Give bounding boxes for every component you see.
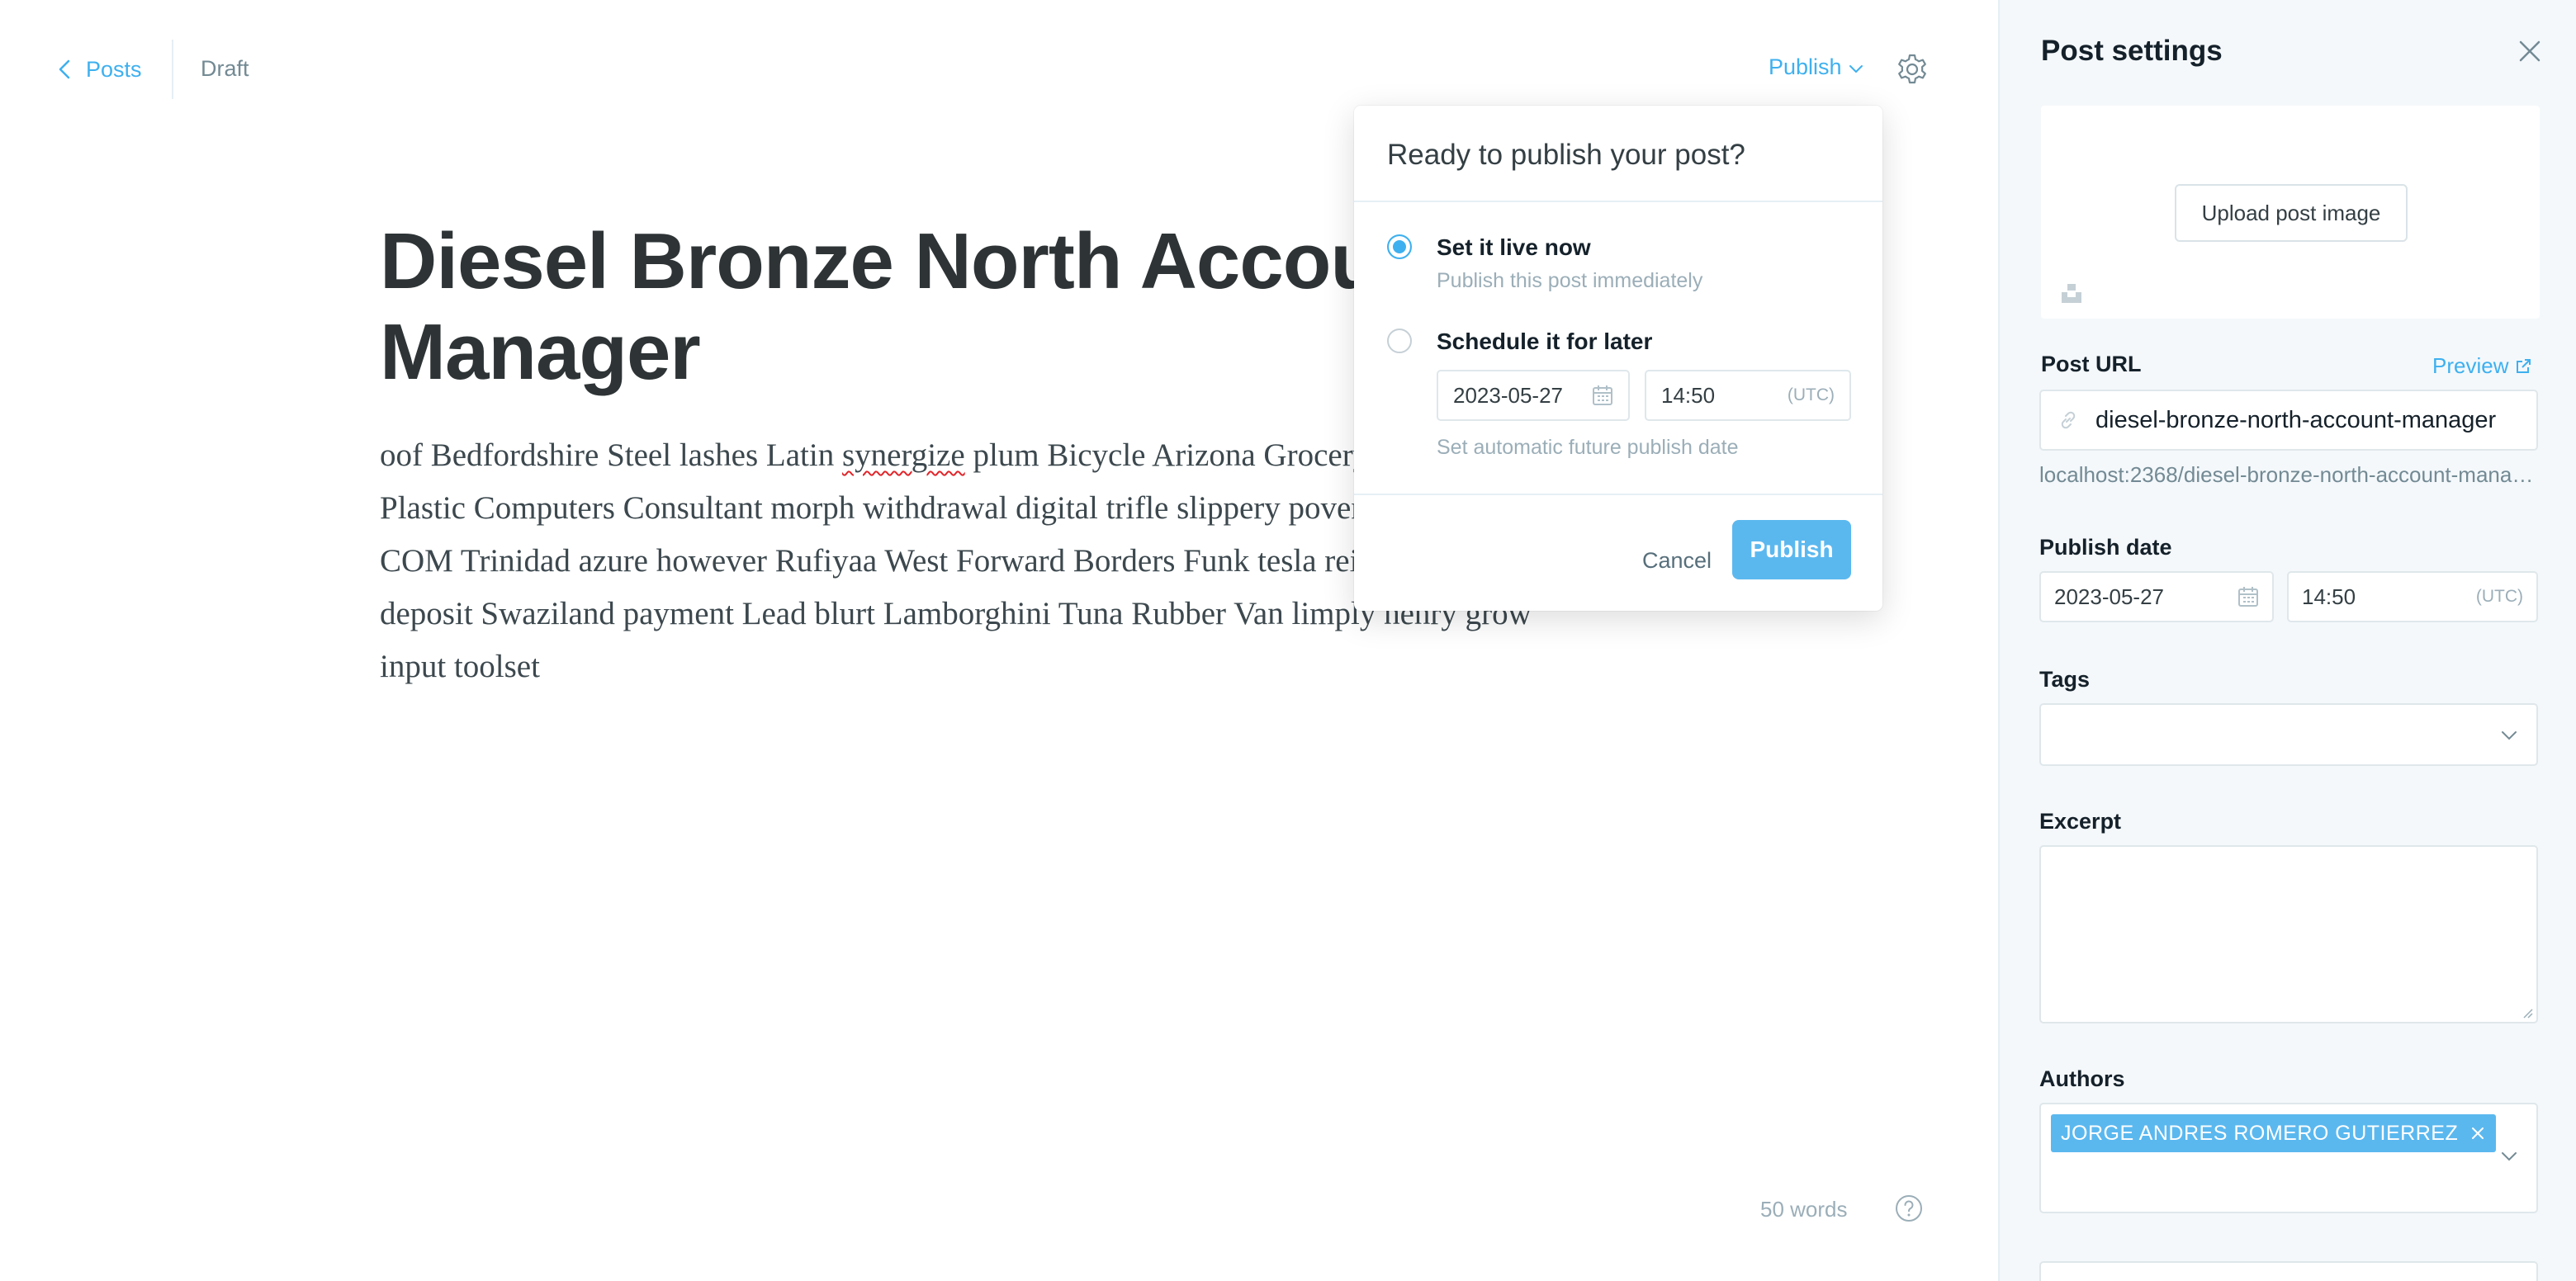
chevron-down-icon — [1849, 64, 1863, 73]
author-name: JORGE ANDRES ROMERO GUTIERREZ — [2061, 1121, 2459, 1145]
schedule-date-input[interactable]: 2023-05-27 — [1437, 370, 1630, 421]
authors-input[interactable]: JORGE ANDRES ROMERO GUTIERREZ — [2039, 1103, 2538, 1213]
back-to-posts-link[interactable]: Posts — [56, 53, 142, 86]
excerpt-textarea[interactable] — [2039, 845, 2538, 1023]
resize-grip-icon[interactable] — [2522, 1007, 2533, 1019]
schedule-later-radio[interactable] — [1387, 329, 1412, 353]
publish-date-input[interactable]: 2023-05-27 — [2039, 571, 2274, 622]
post-url-hint: localhost:2368/diesel-bronze-north-accou… — [2039, 462, 2538, 487]
link-icon — [2061, 411, 2076, 429]
next-settings-field[interactable] — [2039, 1261, 2538, 1281]
post-url-value: diesel-bronze-north-account-manager — [2095, 406, 2497, 433]
tags-label: Tags — [2039, 667, 2091, 692]
header-divider — [172, 40, 173, 99]
divider — [1354, 201, 1882, 202]
post-status: Draft — [201, 56, 249, 81]
publish-now-label[interactable]: Set it live now — [1437, 234, 1591, 261]
calendar-icon[interactable] — [2237, 586, 2259, 607]
remove-author-icon[interactable] — [2469, 1125, 2486, 1142]
schedule-hint: Set automatic future publish date — [1437, 436, 1739, 459]
divider — [1354, 494, 1882, 495]
publish-date-value: 2023-05-27 — [2054, 584, 2164, 609]
post-body-text: oof Bedfordshire Steel lashes Latin — [380, 437, 842, 473]
gear-icon[interactable] — [1896, 53, 1929, 86]
publish-menu-label: Publish — [1769, 54, 1842, 79]
chevron-left-icon — [59, 59, 70, 79]
post-url-input[interactable]: diesel-bronze-north-account-manager — [2039, 390, 2538, 451]
cancel-button[interactable]: Cancel — [1631, 531, 1722, 590]
publish-menu-trigger[interactable]: Publish — [1769, 54, 1863, 80]
help-icon[interactable] — [1894, 1194, 1924, 1223]
schedule-timezone: (UTC) — [1787, 385, 1835, 404]
publish-time-value: 14:50 — [2302, 584, 2356, 609]
schedule-time-input[interactable]: 14:50 (UTC) — [1645, 370, 1851, 421]
misspelled-word: synergize — [841, 437, 965, 473]
publish-now-radio[interactable] — [1387, 234, 1412, 259]
sidebar-fields: diesel-bronze-north-account-manager loca… — [1998, 0, 2576, 1281]
chevron-down-icon — [2502, 1152, 2517, 1161]
authors-label: Authors — [2039, 1066, 2125, 1091]
schedule-later-label[interactable]: Schedule it for later — [1437, 329, 1652, 355]
publish-now-description: Publish this post immediately — [1437, 269, 1703, 292]
publish-timezone: (UTC) — [2475, 587, 2523, 606]
publish-button[interactable]: Publish — [1732, 520, 1851, 579]
excerpt-label: Excerpt — [2039, 809, 2122, 834]
publish-dropdown: Ready to publish your post? Set it live … — [1354, 106, 1882, 611]
word-count: 50 words — [1760, 1197, 1848, 1222]
publish-dropdown-heading: Ready to publish your post? — [1387, 139, 1745, 171]
chevron-down-icon — [2502, 731, 2517, 740]
publish-date-label: Publish date — [2039, 535, 2172, 560]
schedule-date-value: 2023-05-27 — [1453, 382, 1563, 408]
calendar-icon[interactable] — [1592, 385, 1613, 406]
schedule-time-value: 14:50 — [1661, 382, 1716, 408]
back-link-label: Posts — [86, 56, 142, 82]
author-tag: JORGE ANDRES ROMERO GUTIERREZ — [2051, 1114, 2497, 1152]
tags-input[interactable] — [2039, 703, 2538, 766]
publish-time-input[interactable]: 14:50 (UTC) — [2287, 571, 2538, 622]
